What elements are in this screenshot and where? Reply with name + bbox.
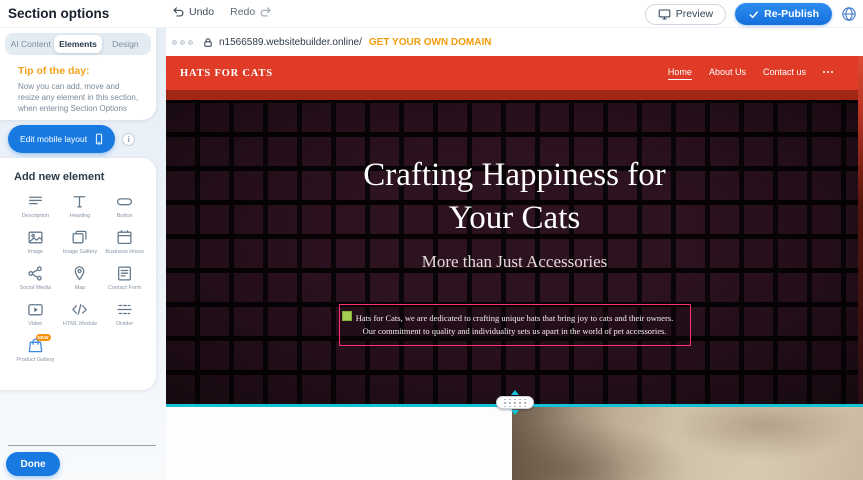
image-gallery-icon — [71, 229, 88, 246]
business-hours-icon — [116, 229, 133, 246]
selected-text-element[interactable]: Hats for Cats, we are dedicated to craft… — [339, 304, 691, 346]
nav-home[interactable]: Home — [668, 67, 692, 80]
map-icon — [71, 265, 88, 282]
nav-more-icon[interactable] — [823, 71, 833, 75]
divider-icon — [116, 301, 133, 318]
sidebar-top-card: AI Content Elements Design Tip of the da… — [0, 28, 156, 120]
tab-elements[interactable]: Elements — [54, 35, 101, 53]
element-heading[interactable]: Heading — [59, 193, 102, 220]
arrow-down-icon — [511, 410, 519, 415]
sidebar-divider — [8, 445, 156, 446]
done-button[interactable]: Done — [6, 452, 60, 476]
element-description[interactable]: Description — [14, 193, 57, 220]
element-image-gallery[interactable]: Image Gallery — [59, 229, 102, 256]
element-social-media[interactable]: Social Media — [14, 265, 57, 292]
mobile-phone-icon — [93, 132, 105, 146]
sidebar-tabs: AI Content Elements Design — [5, 33, 151, 55]
undo-icon — [172, 5, 185, 18]
undo-label: Undo — [189, 6, 214, 18]
get-domain-link[interactable]: GET YOUR OWN DOMAIN — [369, 37, 492, 48]
tip-body: Now you can add, move and resize any ele… — [18, 81, 142, 115]
resize-handle[interactable] — [342, 311, 352, 321]
image-icon — [27, 229, 44, 246]
drag-grip[interactable] — [496, 396, 534, 409]
tip-title: Tip of the day: — [18, 65, 142, 77]
monitor-icon — [658, 8, 671, 21]
section-photo[interactable] — [512, 407, 863, 480]
edit-mobile-layout-button[interactable]: Edit mobile layout — [8, 125, 115, 153]
section-resize-handle[interactable] — [496, 390, 534, 415]
republish-label: Re-Publish — [764, 8, 819, 20]
redo-button[interactable]: Redo — [230, 5, 272, 18]
heading-icon — [71, 193, 88, 210]
description-icon — [27, 193, 44, 210]
window-dot-icon — [188, 40, 193, 45]
undo-button[interactable]: Undo — [172, 5, 214, 18]
lock-icon — [203, 37, 213, 48]
element-business-hours[interactable]: Business Hours — [103, 229, 146, 256]
browser-bar: n1566589.websitebuilder.online/ GET YOUR… — [166, 28, 863, 56]
element-image[interactable]: Image — [14, 229, 57, 256]
element-product-gallery[interactable]: NEW Product Gallery — [14, 337, 57, 364]
element-video[interactable]: Video — [14, 301, 57, 328]
header-accent-band — [166, 90, 863, 100]
html-module-icon — [71, 301, 88, 318]
page-title: Section options — [8, 6, 109, 21]
site-url: n1566589.websitebuilder.online/ — [219, 37, 362, 48]
topbar-actions: Preview Re-Publish — [645, 3, 857, 25]
republish-button[interactable]: Re-Publish — [735, 3, 832, 25]
element-map[interactable]: Map — [59, 265, 102, 292]
arrow-up-icon — [511, 390, 519, 395]
next-section[interactable] — [166, 407, 863, 480]
new-badge: NEW — [36, 334, 51, 341]
site-header: HATS FOR CATS Home About Us Contact us — [166, 56, 863, 90]
redo-label: Redo — [230, 6, 255, 18]
element-divider[interactable]: Divider — [103, 301, 146, 328]
hero-paragraph: Hats for Cats, we are dedicated to craft… — [350, 312, 680, 338]
tip-of-the-day: Tip of the day: Now you can add, move an… — [5, 55, 151, 115]
sidebar: AI Content Elements Design Tip of the da… — [0, 28, 166, 480]
button-icon — [116, 193, 133, 210]
contact-form-icon — [116, 265, 133, 282]
nav-about-us[interactable]: About Us — [709, 67, 746, 79]
add-element-panel: Add new element Description Heading Butt… — [0, 158, 156, 390]
hero-subheading[interactable]: More than Just Accessories — [422, 252, 608, 272]
mobile-layout-row: Edit mobile layout — [8, 125, 135, 153]
hero-section[interactable]: Crafting Happiness for Your Cats More th… — [166, 100, 863, 404]
preview-scrollbar[interactable] — [858, 56, 863, 404]
element-button[interactable]: Button — [103, 193, 146, 220]
grip-dots-icon — [504, 399, 526, 407]
check-icon — [748, 9, 759, 20]
info-icon[interactable] — [122, 133, 135, 146]
app-root: Section options Undo Redo Preview Re-Pub… — [0, 0, 863, 480]
element-grid: Description Heading Button Image Image G… — [14, 193, 146, 363]
hero-heading[interactable]: Crafting Happiness for Your Cats — [363, 154, 665, 240]
element-html-module[interactable]: HTML Module — [59, 301, 102, 328]
social-media-icon — [27, 265, 44, 282]
tab-ai-content[interactable]: AI Content — [7, 35, 54, 53]
window-dot-icon — [180, 40, 185, 45]
video-icon — [27, 301, 44, 318]
topbar: Section options Undo Redo Preview Re-Pub… — [0, 0, 863, 28]
history-controls: Undo Redo — [172, 5, 272, 18]
window-dot-icon — [172, 40, 177, 45]
element-contact-form[interactable]: Contact Form — [103, 265, 146, 292]
site-logo[interactable]: HATS FOR CATS — [180, 68, 273, 79]
language-globe-icon[interactable] — [841, 6, 857, 22]
site-nav: Home About Us Contact us — [668, 67, 833, 80]
redo-icon — [259, 5, 272, 18]
nav-contact-us[interactable]: Contact us — [763, 67, 806, 79]
preview-button[interactable]: Preview — [645, 4, 726, 25]
edit-mobile-layout-label: Edit mobile layout — [20, 134, 87, 144]
add-element-title: Add new element — [14, 171, 146, 183]
preview-canvas: n1566589.websitebuilder.online/ GET YOUR… — [166, 28, 863, 480]
preview-label: Preview — [676, 8, 713, 20]
tab-design[interactable]: Design — [102, 35, 149, 53]
